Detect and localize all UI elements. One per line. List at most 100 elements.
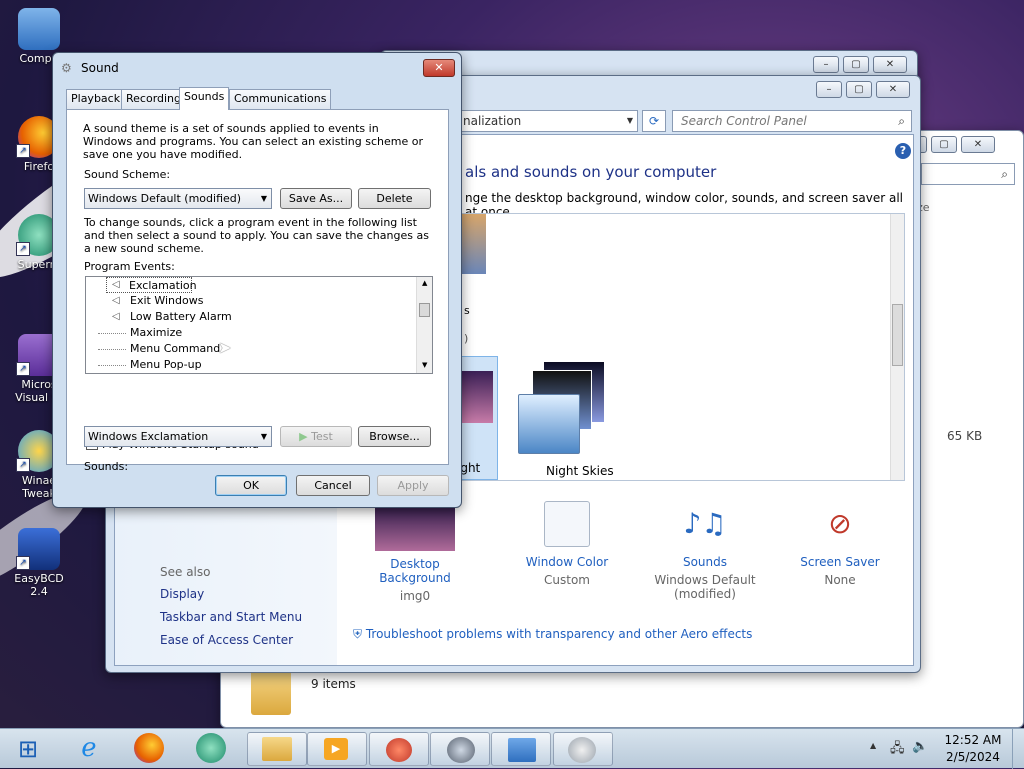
page-title: als and sounds on your computer <box>465 163 717 181</box>
theme-selected[interactable]: ight <box>456 356 498 480</box>
program-events-list[interactable]: Exclamation ◁ Exit Windows ◁ Low Battery… <box>85 276 433 374</box>
chevron-down-icon: ▼ <box>260 194 267 203</box>
browse-button[interactable]: Browse... <box>358 426 431 447</box>
gallery-scrollbar[interactable] <box>890 214 904 480</box>
volume-muted-icon[interactable]: 🔈 <box>912 739 928 754</box>
save-as-button[interactable]: Save As... <box>280 188 352 209</box>
network-icon[interactable]: 🖧 <box>890 739 905 761</box>
address-bar[interactable]: nalization ▼ <box>456 110 638 132</box>
show-hidden-icons[interactable]: ▲ <box>870 741 876 750</box>
clock-time: 12:52 AM <box>944 733 1002 747</box>
delete-button[interactable]: Delete <box>358 188 431 209</box>
sounds-tile[interactable]: ♪♫ Sounds Windows Default (modified) <box>635 501 775 601</box>
taskbar-control-panel-button[interactable] <box>491 732 551 766</box>
link-ease-of-access[interactable]: Ease of Access Center <box>160 633 293 647</box>
sound-file-select[interactable]: Windows Exclamation ▼ <box>84 426 272 447</box>
search-input[interactable]: Search Control Panel ⌕ <box>672 110 912 132</box>
speaker-icon <box>568 737 596 763</box>
list-item[interactable]: Exit Windows <box>130 293 203 309</box>
shortcut-arrow-icon: ↗ <box>16 556 30 570</box>
section-count: ) <box>464 332 469 345</box>
minimize-button[interactable]: – <box>813 56 839 73</box>
events-scrollbar[interactable]: ▲ ▼ <box>416 277 432 373</box>
refresh-button[interactable]: ⟳ <box>642 110 666 132</box>
apply-button[interactable]: Apply <box>377 475 449 496</box>
sound-settings-icon: ⚙ <box>61 61 72 75</box>
list-item[interactable]: Menu Pop-up <box>130 357 202 373</box>
close-button[interactable]: ✕ <box>876 81 910 98</box>
tab-sounds[interactable]: Sounds <box>179 87 230 110</box>
chevron-down-icon[interactable]: ▼ <box>627 111 633 131</box>
folder-icon <box>251 669 291 715</box>
taskbar-sound-button[interactable] <box>553 732 613 766</box>
link-taskbar-start-menu[interactable]: Taskbar and Start Menu <box>160 610 302 624</box>
maximize-button[interactable]: ▢ <box>843 56 869 73</box>
sounds-label: Sounds: <box>84 460 129 473</box>
tab-communications[interactable]: Communications <box>229 89 332 109</box>
app-icon[interactable] <box>196 733 226 763</box>
firefox-icon[interactable] <box>134 733 164 763</box>
clock-date: 2/5/2024 <box>946 750 1000 764</box>
theme-night-skies[interactable]: Night Skies <box>514 362 634 478</box>
control-panel-icon <box>508 738 536 762</box>
sound-dialog[interactable]: ⚙ Sound ✕ Playback Recording Sounds Comm… <box>52 52 462 508</box>
search-icon: ⌕ <box>898 114 905 128</box>
chevron-down-icon: ▼ <box>260 432 267 441</box>
shortcut-arrow-icon: ↗ <box>16 242 30 256</box>
speaker-icon: ◁ <box>112 279 120 290</box>
media-player-icon: ▶ <box>324 738 348 760</box>
minimize-button[interactable]: – <box>816 81 842 98</box>
scheme-select[interactable]: Windows Default (modified) ▼ <box>84 188 272 209</box>
shortcut-arrow-icon: ↗ <box>16 144 30 158</box>
list-item[interactable]: Maximize <box>130 325 182 341</box>
taskbar-media-button[interactable]: ▶ <box>307 732 367 766</box>
taskbar-app-button[interactable] <box>369 732 429 766</box>
taskbar-app-button[interactable] <box>430 732 490 766</box>
shield-icon: ⛨ <box>353 627 363 641</box>
troubleshoot-link[interactable]: ⛨ Troubleshoot problems with transparenc… <box>353 627 752 642</box>
link-display[interactable]: Display <box>160 587 204 601</box>
maximize-button[interactable]: ▢ <box>846 81 872 98</box>
shortcut-arrow-icon: ↗ <box>16 458 30 472</box>
maximize-button[interactable]: ▢ <box>931 136 957 153</box>
close-button[interactable]: ✕ <box>423 59 455 77</box>
tab-recording[interactable]: Recording <box>121 89 187 109</box>
taskbar: ⊞ ℯ ▶ ▲ 🖧 🔈 12:52 AM 2/5/2024 <box>0 728 1024 769</box>
folder-icon <box>262 737 292 761</box>
events-label: Program Events: <box>84 260 175 273</box>
desktop-icon-easybcd[interactable]: ↗ EasyBCD 2.4 <box>4 528 74 598</box>
scroll-down-icon[interactable]: ▼ <box>422 361 427 369</box>
app-icon <box>386 738 412 762</box>
help-icon[interactable]: ? <box>895 143 911 159</box>
scroll-up-icon[interactable]: ▲ <box>422 279 427 287</box>
start-button[interactable]: ⊞ <box>8 732 48 766</box>
speaker-icon: ◁ <box>112 311 120 322</box>
scroll-thumb[interactable] <box>419 303 430 317</box>
close-button[interactable]: ✕ <box>873 56 907 73</box>
list-item[interactable]: Low Battery Alarm <box>130 309 232 325</box>
explorer-search-input[interactable]: ⌕ <box>921 163 1015 185</box>
tab-playback[interactable]: Playback <box>66 89 126 109</box>
theme-gallery[interactable]: s ) ight Night Skies <box>455 213 905 481</box>
test-button[interactable]: ▶ Test <box>280 426 352 447</box>
clock[interactable]: 12:52 AM 2/5/2024 <box>940 733 1006 764</box>
dialog-title: Sound <box>81 61 119 75</box>
cancel-button[interactable]: Cancel <box>296 475 370 496</box>
computer-icon <box>18 8 60 50</box>
list-item[interactable]: Menu Command <box>130 341 220 357</box>
window-color-tile[interactable]: Window Color Custom <box>507 501 627 587</box>
screen-saver-tile[interactable]: ⊘ Screen Saver None <box>780 501 900 587</box>
ok-button[interactable]: OK <box>215 475 287 496</box>
internet-explorer-icon[interactable]: ℯ <box>74 733 104 763</box>
no-screensaver-icon: ⊘ <box>828 507 852 540</box>
intro-text: A sound theme is a set of sounds applied… <box>83 122 424 161</box>
instructions-text: To change sounds, click a program event … <box>84 216 429 255</box>
wallpaper-icon <box>375 503 455 551</box>
scheme-label: Sound Scheme: <box>84 168 171 181</box>
desktop-background-tile[interactable]: Desktop Background img0 <box>355 503 475 603</box>
taskbar-explorer-button[interactable] <box>247 732 307 766</box>
explorer-status: 9 items <box>311 677 356 691</box>
show-desktop-button[interactable] <box>1012 729 1024 769</box>
close-button[interactable]: ✕ <box>961 136 995 153</box>
mouse-cursor-icon: ➤ <box>218 338 232 357</box>
